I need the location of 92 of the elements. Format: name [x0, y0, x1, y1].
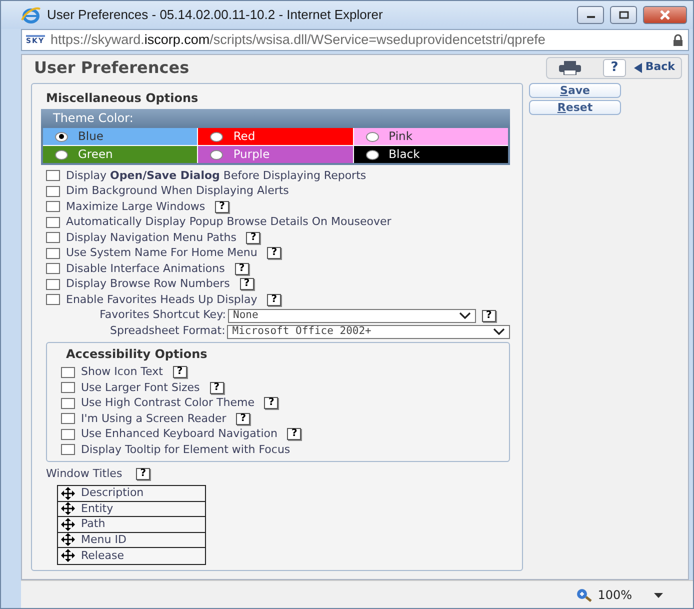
section-title: Miscellaneous Options [46, 90, 200, 107]
checkbox[interactable] [46, 170, 60, 182]
option-label: Use Larger Font Sizes [81, 380, 200, 396]
restore-icon [618, 11, 628, 19]
move-icon [61, 518, 75, 531]
help-button[interactable]: ? [234, 262, 249, 275]
theme-option[interactable]: Red [198, 128, 353, 145]
checkbox[interactable] [61, 413, 75, 424]
option-label: Display Navigation Menu Paths [66, 230, 236, 246]
back-button[interactable]: Back [634, 59, 675, 76]
option-label: Use System Name For Home Menu [66, 245, 258, 261]
theme-option[interactable]: Pink [354, 128, 508, 145]
option-label: I'm Using a Screen Reader [81, 410, 226, 426]
option-label: Automatically Display Popup Browse Details On Mouseover [66, 214, 392, 230]
option-label: Enable Favorites Heads Up Display [66, 292, 258, 308]
help-button[interactable]: ? [602, 58, 626, 76]
checkbox[interactable] [46, 232, 60, 244]
checkbox[interactable] [46, 201, 60, 212]
theme-header: Theme Color: [41, 109, 510, 128]
checkbox[interactable] [61, 444, 75, 456]
checkbox[interactable] [46, 248, 60, 259]
move-icon [61, 486, 75, 500]
checkbox[interactable] [61, 428, 75, 440]
list-item[interactable]: Menu ID [81, 532, 126, 548]
help-button[interactable]: ? [210, 382, 224, 394]
field-label: Favorites Shortcut Key: [98, 307, 226, 324]
checkbox[interactable] [61, 398, 75, 409]
option-label: Use Enhanced Keyboard Navigation [81, 426, 278, 442]
help-button[interactable]: ? [240, 278, 254, 290]
help-button[interactable]: ? [287, 428, 302, 440]
checkbox[interactable] [46, 186, 60, 197]
checkbox[interactable] [46, 278, 60, 290]
checkbox[interactable] [61, 382, 75, 394]
option-label: Maximize Large Windows [66, 198, 206, 214]
back-arrow-icon [634, 62, 642, 72]
help-button[interactable]: ? [264, 397, 278, 410]
list-item[interactable]: Path [81, 516, 106, 532]
theme-option[interactable]: Blue [43, 128, 198, 145]
move-icon [61, 502, 75, 516]
help-button[interactable]: ? [267, 294, 282, 306]
minimize-button[interactable] [577, 6, 604, 24]
radio-button[interactable] [366, 150, 379, 160]
checkbox[interactable] [61, 366, 75, 378]
list-item[interactable]: Entity [81, 500, 114, 517]
radio-button[interactable] [55, 132, 68, 142]
option-label: Display Open/Save Dialog Before Displaying Reports [66, 168, 366, 184]
section-title: Accessibility Options [66, 346, 208, 362]
help-button[interactable]: ? [246, 232, 260, 244]
field-label: Spreadsheet Format: [109, 323, 226, 340]
radio-button[interactable] [55, 150, 68, 160]
dropdown-field[interactable]: None [228, 308, 476, 322]
theme-option[interactable]: Purple [198, 146, 353, 163]
field-label: Window Titles [46, 466, 122, 482]
radio-button[interactable] [210, 132, 224, 142]
page-title: User Preferences [34, 58, 190, 78]
browser-logo-icon [21, 6, 41, 24]
theme-option[interactable]: Green [43, 146, 198, 163]
checkbox[interactable] [46, 294, 60, 306]
zoom-level: 100% [598, 586, 632, 604]
chevron-down-icon [493, 328, 505, 335]
option-label: Display Tooltip for Element with Focus [81, 442, 290, 458]
list-item[interactable]: Description [81, 485, 144, 502]
reset-button[interactable]: Reset [529, 100, 621, 115]
close-icon [659, 10, 671, 20]
caret-down-icon [654, 592, 663, 598]
close-button[interactable] [643, 6, 687, 24]
list-item[interactable]: Release [81, 548, 124, 564]
maximize-button[interactable] [610, 6, 637, 24]
option-label: Disable Interface Animations [66, 260, 225, 276]
checkbox[interactable] [46, 263, 60, 274]
option-label: Display Browse Row Numbers [66, 276, 230, 292]
option-label: Dim Background When Displaying Alerts [66, 183, 289, 199]
help-button[interactable]: ? [215, 200, 229, 213]
chevron-down-icon [459, 312, 471, 319]
help-button[interactable]: ? [236, 412, 250, 425]
help-button[interactable]: ? [267, 247, 282, 260]
option-label: Use High Contrast Color Theme [81, 395, 254, 411]
dropdown-field[interactable]: Microsoft Office 2002+ [227, 324, 510, 338]
window-title: User Preferences - 05.14.02.00.11-10.2 - Internet Explorer [47, 6, 383, 24]
radio-button[interactable] [366, 132, 379, 142]
printer-icon [558, 61, 581, 76]
zoom-icon [576, 588, 592, 602]
option-label: Show Icon Text [81, 364, 163, 380]
help-button[interactable]: ? [482, 310, 496, 322]
move-icon [61, 549, 75, 562]
move-icon [61, 533, 75, 546]
theme-option[interactable]: Black [354, 146, 508, 163]
help-button[interactable]: ? [136, 468, 150, 480]
help-button[interactable]: ? [172, 366, 187, 378]
radio-button[interactable] [210, 150, 224, 160]
save-button[interactable]: Save [529, 83, 621, 98]
checkbox[interactable] [46, 216, 60, 228]
